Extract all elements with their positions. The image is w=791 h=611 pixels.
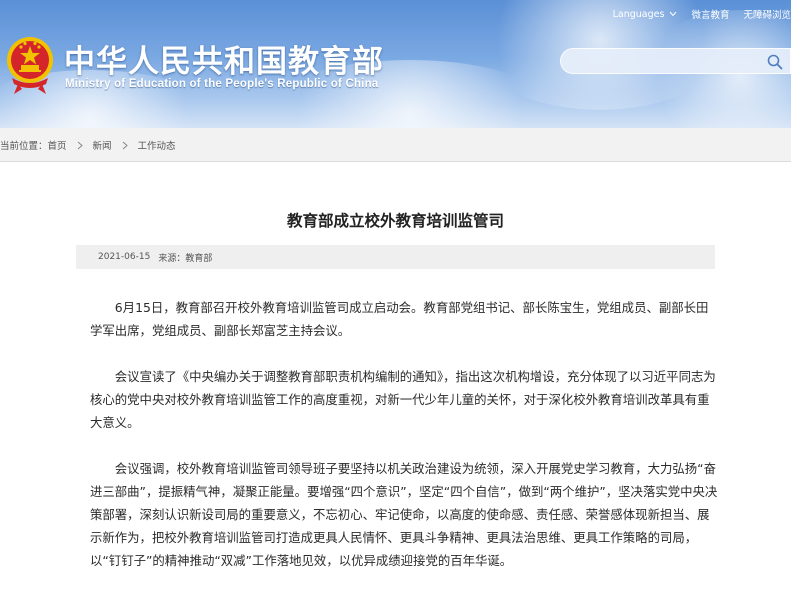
article-panel: 教育部成立校外教育培训监管司 2021-06-15 来源：教育部 6月15日，教… <box>0 161 791 611</box>
article-content: 6月15日，教育部召开校外教育培训监管司成立启动会。教育部党组书记、部长陈宝生，… <box>90 296 720 595</box>
article-paragraph: 6月15日，教育部召开校外教育培训监管司成立启动会。教育部党组书记、部长陈宝生，… <box>90 300 709 338</box>
breadcrumb-work-news[interactable]: 工作动态 <box>138 138 176 152</box>
breadcrumb: 当前位置： 首页 新闻 工作动态 <box>0 137 176 153</box>
chevron-down-icon <box>670 11 677 17</box>
national-emblem-icon[interactable] <box>6 34 54 96</box>
chevron-right-icon <box>122 141 128 149</box>
breadcrumb-news[interactable]: 新闻 <box>93 138 112 152</box>
site-header: 中华人民共和国教育部 Ministry of Education of the … <box>0 0 791 128</box>
article-title: 教育部成立校外教育培训监管司 <box>286 212 504 230</box>
chevron-right-icon <box>77 141 83 149</box>
top-links: Languages 微言教育 无障碍浏览 <box>613 6 791 22</box>
article-paragraph: 会议宣读了《中央编办关于调整教育部职责机构编制的通知》，指出这次机构增设，充分体… <box>90 369 716 430</box>
weibo-link[interactable]: 微言教育 <box>691 7 729 21</box>
article-source: 来源：教育部 <box>158 253 213 264</box>
breadcrumb-prefix: 当前位置： <box>0 141 48 152</box>
languages-link[interactable]: Languages <box>613 9 678 20</box>
breadcrumb-home[interactable]: 首页 <box>48 138 67 152</box>
article-meta: 2021-06-15 来源：教育部 <box>76 245 715 269</box>
search-input[interactable] <box>571 52 761 70</box>
site-title[interactable]: 中华人民共和国教育部 <box>64 36 384 81</box>
accessibility-link[interactable]: 无障碍浏览 <box>743 7 791 21</box>
article-date: 2021-06-15 <box>98 252 151 262</box>
search-box <box>560 48 791 74</box>
article-paragraph: 会议强调，校外教育培训监管司领导班子要坚持以机关政治建设为统领，深入开展党史学习… <box>90 461 718 568</box>
languages-label: Languages <box>612 8 665 20</box>
search-icon[interactable] <box>766 53 784 71</box>
site-subtitle: Ministry of Education of the People's Re… <box>65 78 379 90</box>
